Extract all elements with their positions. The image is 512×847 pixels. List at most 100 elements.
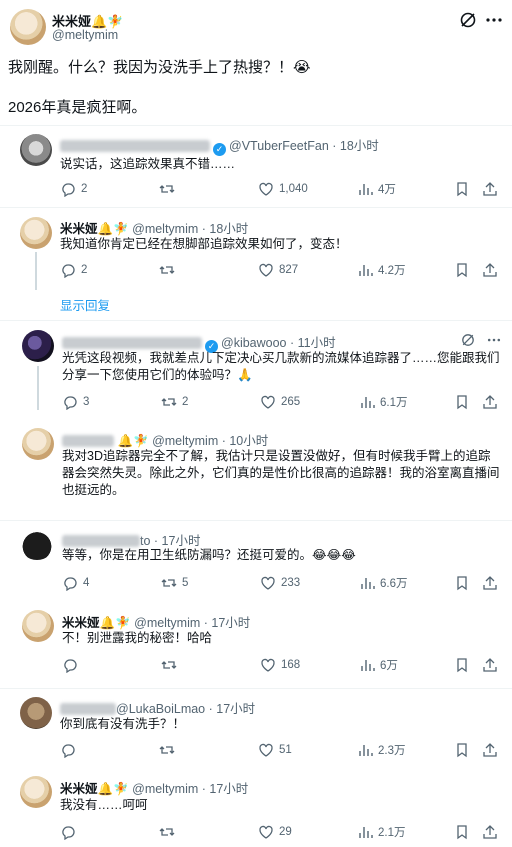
bookmark-icon [454,824,470,840]
reply-actions: 2 827 4.2万 [60,262,500,280]
retweet-icon [161,394,177,410]
reply-header: ✓ @VTuberFeetFan · 18小时 [60,135,379,156]
like-button[interactable]: 1,040 [258,181,308,197]
reply-actions: 3 2 265 6.1万 [62,394,502,412]
share-button[interactable] [482,742,498,758]
bookmark-button[interactable] [454,394,470,410]
avatar[interactable] [10,9,46,45]
share-button[interactable] [482,394,498,410]
post-handle[interactable]: @meltymim [52,28,118,42]
views-button[interactable]: 6万 [359,657,398,673]
like-button[interactable]: 29 [258,824,292,840]
views-icon [359,394,375,410]
partial-handle[interactable]: to [140,534,150,548]
bookmark-button[interactable] [454,262,470,278]
retweet-button[interactable] [159,742,180,758]
avatar[interactable] [20,217,52,249]
reply-button[interactable]: 4 [62,575,89,591]
views-button[interactable]: 2.1万 [357,824,406,840]
share-icon [482,262,498,278]
reply-handle[interactable]: @meltymim [132,222,198,236]
reply-button[interactable]: 3 [62,394,89,410]
show-replies-link[interactable]: 显示回复 [60,295,110,314]
reply-icon [62,575,78,591]
share-button[interactable] [482,824,498,840]
blurred-name [62,534,140,547]
reply-time[interactable]: 18小时 [340,139,379,153]
reply-icon [62,394,78,410]
avatar[interactable] [20,776,52,808]
grok-icon[interactable] [460,332,476,348]
views-button[interactable]: 2.3万 [357,742,406,758]
share-button[interactable] [482,181,498,197]
more-icon[interactable] [484,10,504,30]
like-icon [258,181,274,197]
bookmark-button[interactable] [454,575,470,591]
bookmark-icon [454,742,470,758]
reply-display-name[interactable]: 米米娅🔔🧚 [60,222,129,236]
reply-time[interactable]: 10小时 [229,434,268,448]
like-button[interactable]: 51 [258,742,292,758]
views-button[interactable]: 4.2万 [357,262,406,278]
reply-button[interactable] [60,824,81,840]
more-icon[interactable] [486,332,502,348]
reply-handle[interactable]: @LukaBoiLmao [116,702,205,716]
reply-time[interactable]: 11小时 [298,336,336,350]
bookmark-button[interactable] [454,181,470,197]
views-icon [357,262,373,278]
reply-handle[interactable]: @meltymim [132,782,198,796]
like-button[interactable]: 168 [260,657,300,673]
reply-header: 🔔🧚 @meltymim · 10小时 [62,430,268,450]
bookmark-icon [454,181,470,197]
reply-handle[interactable]: @meltymim [134,616,200,630]
reply-time[interactable]: 17小时 [211,616,250,630]
share-icon [482,181,498,197]
reply-time[interactable]: 18小时 [209,222,248,236]
reply-time[interactable]: 17小时 [209,782,248,796]
like-button[interactable]: 827 [258,262,298,278]
reply-actions: 4 5 233 6.6万 [62,575,502,593]
avatar[interactable] [22,330,54,362]
reply-time[interactable]: 17小时 [162,534,201,548]
reply-button[interactable]: 2 [60,262,87,278]
bookmark-button[interactable] [454,742,470,758]
reply-button[interactable] [62,657,83,673]
bookmark-button[interactable] [454,657,470,673]
views-button[interactable]: 6.6万 [359,575,408,591]
retweet-icon [159,824,175,840]
share-button[interactable] [482,262,498,278]
like-button[interactable]: 265 [260,394,300,410]
reply-display-name[interactable]: 米米娅🔔🧚 [62,616,131,630]
reply-handle[interactable]: @kibawooo [221,336,287,350]
avatar[interactable] [20,697,52,729]
like-button[interactable]: 233 [260,575,300,591]
views-icon [357,181,373,197]
grok-icon[interactable] [458,10,478,30]
avatar[interactable] [22,428,54,460]
retweet-button[interactable] [161,657,182,673]
views-button[interactable]: 6.1万 [359,394,408,410]
bookmark-icon [454,262,470,278]
reply-time[interactable]: 17小时 [216,702,255,716]
reply-display-name[interactable]: 米米娅🔔🧚 [60,782,129,796]
avatar[interactable] [22,610,54,642]
reply-button[interactable] [60,742,81,758]
avatar[interactable] [20,530,54,560]
retweet-button[interactable] [159,262,180,278]
bookmark-button[interactable] [454,824,470,840]
share-button[interactable] [482,575,498,591]
avatar[interactable] [20,134,52,166]
retweet-button[interactable]: 5 [161,575,188,591]
reply-actions: 168 6万 [62,657,502,675]
blurred-name [62,434,114,447]
retweet-button[interactable] [159,181,180,197]
blurred-name [62,336,202,349]
reply-handle[interactable]: @meltymim [152,434,218,448]
reply-button[interactable]: 2 [60,181,87,197]
share-button[interactable] [482,657,498,673]
views-button[interactable]: 4万 [357,181,396,197]
verified-icon: ✓ [213,143,226,156]
retweet-button[interactable]: 2 [161,394,188,410]
reply-handle[interactable]: @VTuberFeetFan [229,139,329,153]
retweet-button[interactable] [159,824,180,840]
